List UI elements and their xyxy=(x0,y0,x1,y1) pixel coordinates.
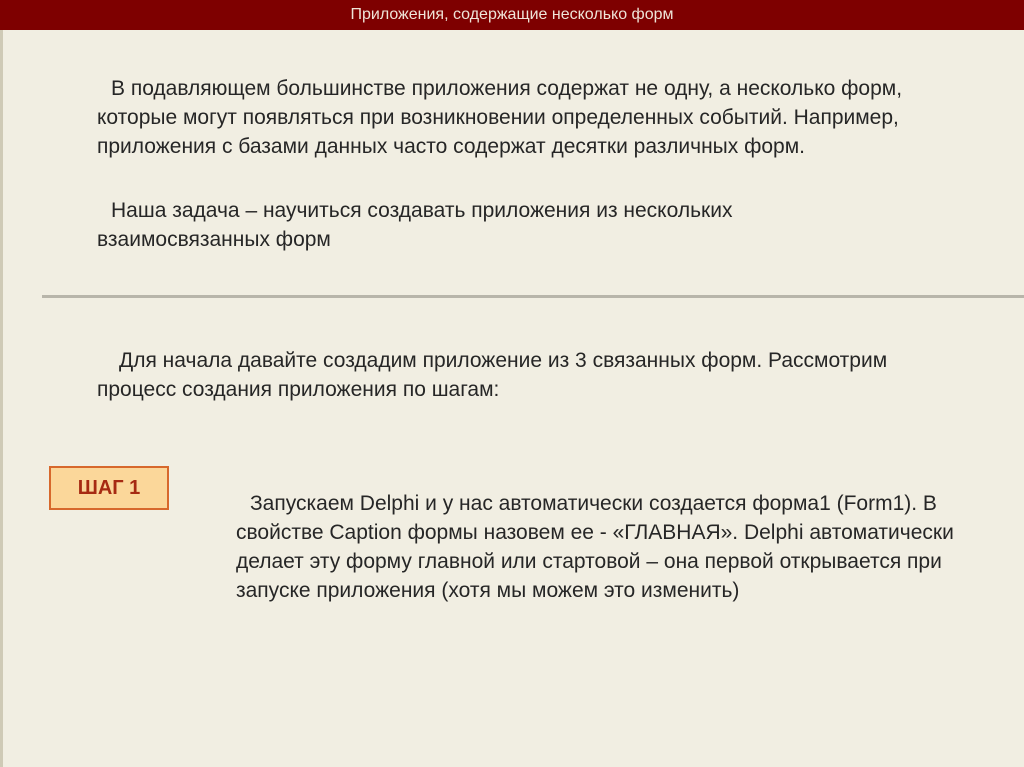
slide-title-bar: Приложения, содержащие несколько форм xyxy=(0,0,1024,30)
horizontal-divider xyxy=(42,295,1024,298)
plan-paragraph: Для начала давайте создадим приложение и… xyxy=(97,346,967,404)
step-description-text: Запускаем Delphi и у нас автоматически с… xyxy=(236,492,954,602)
goal-paragraph-text: Наша задача – научиться создавать прилож… xyxy=(97,199,733,251)
goal-paragraph: Наша задача – научиться создавать прилож… xyxy=(97,196,877,254)
intro-paragraph: В подавляющем большинстве приложения сод… xyxy=(97,74,927,161)
step-badge: ШАГ 1 xyxy=(49,466,169,510)
intro-paragraph-text: В подавляющем большинстве приложения сод… xyxy=(97,77,903,158)
plan-paragraph-text: Для начала давайте создадим приложение и… xyxy=(97,349,888,401)
slide-title: Приложения, содержащие несколько форм xyxy=(350,6,674,23)
step-description: Запускаем Delphi и у нас автоматически с… xyxy=(236,489,981,605)
step-badge-label: ШАГ 1 xyxy=(77,477,141,499)
